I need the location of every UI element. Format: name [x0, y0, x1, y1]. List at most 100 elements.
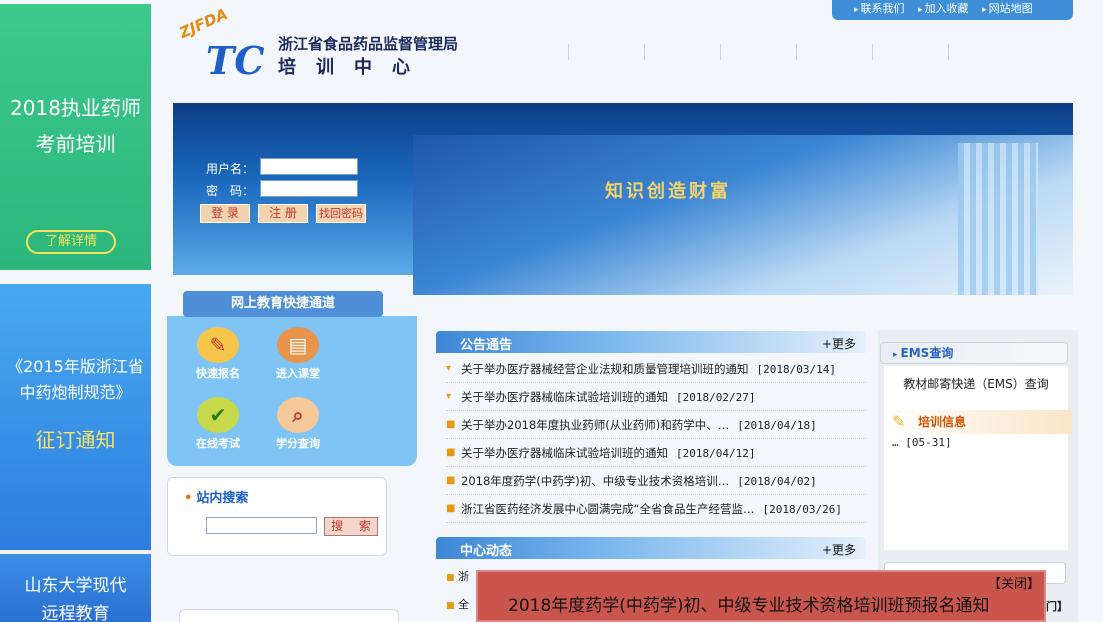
bullet-icon: ■: [446, 573, 455, 583]
login-button[interactable]: 登 录: [200, 204, 250, 223]
item-title[interactable]: 2018年度药学(中药学)初、中级专业技术资格培训…: [461, 474, 729, 488]
quick-credit-button[interactable]: ⌕ 学分查询: [268, 397, 328, 451]
announcements-list: ▾ 关于举办医疗器械经营企业法规和质量管理培训班的通知 [2018/03/14] ▾…: [446, 355, 866, 523]
ems-title: EMS查询: [900, 346, 954, 360]
item-title[interactable]: 全: [458, 598, 469, 611]
announcements-header: 公告通告 +更多: [436, 331, 866, 353]
popup-close-button[interactable]: 【关闭】: [988, 573, 1040, 592]
list-item[interactable]: ■ 关于举办2018年度执业药师(从业药师)和药学中、… [2018/04/18]: [446, 411, 866, 439]
training-info-list: … [05-31]: [884, 434, 1068, 550]
bullet-icon: ■: [446, 503, 456, 514]
ad-tcm-subtitle: 征订通知: [35, 428, 116, 452]
username-input[interactable]: [260, 158, 358, 175]
pencil-icon: ✎: [892, 412, 906, 431]
bullet-icon: ■: [446, 419, 456, 430]
quick-classroom-button[interactable]: ▤ 进入课堂: [268, 327, 328, 381]
ad-tcm-text: 《2015年版浙江省 中药炮制规范》: [7, 357, 144, 402]
quick-exam-button[interactable]: ✔ 在线考试: [188, 397, 248, 451]
quick-exam-label: 在线考试: [196, 437, 240, 450]
books-icon: ▤: [277, 327, 319, 363]
popup-message[interactable]: 2018年度药学(中药学)初、中级专业技术资格培训班预报名通知: [508, 591, 990, 616]
item-title[interactable]: 关于举办医疗器械临床试验培训班的通知: [461, 390, 668, 404]
item-date: [2018/03/14]: [756, 363, 836, 376]
quick-channel-title: 网上教育快捷通道: [183, 291, 383, 317]
ad-pharmacist-exam[interactable]: 2018执业药师 考前培训 了解详情: [0, 4, 151, 270]
item-title[interactable]: 关于举办医疗器械经营企业法规和质量管理培训班的通知: [461, 362, 749, 376]
register-button[interactable]: 注 册: [258, 204, 308, 223]
nav-divider: [568, 44, 569, 60]
ad-pharmacist-text: 2018执业药师 考前培训: [10, 96, 141, 156]
popup-close-partial[interactable]: 门】: [1046, 598, 1068, 614]
nav-divider: [720, 44, 721, 60]
list-item[interactable]: ■ 浙江省医药经济发展中心圆满完成“全省食品生产经营监… [2018/03/26]: [446, 495, 866, 523]
item-date: [2018/04/18]: [737, 419, 817, 432]
quick-signup-button[interactable]: ✎ 快速报名: [188, 327, 248, 381]
list-item[interactable]: ▾ 关于举办医疗器械临床试验培训班的通知 [2018/02/27]: [446, 383, 866, 411]
list-item[interactable]: ■ 2018年度药学(中药学)初、中级专业技术资格培训… [2018/04/02]: [446, 467, 866, 495]
item-title[interactable]: 浙江省医药经济发展中心圆满完成“全省食品生产经营监…: [461, 502, 754, 516]
banner-slogan: 知识创造财富: [605, 181, 731, 202]
site-search-panel: 站内搜索 搜 索: [167, 477, 387, 556]
username-label: 用户名：: [206, 162, 255, 176]
org-name: 浙江省食品药品监督管理局: [278, 35, 459, 53]
item-date: [2018/04/12]: [676, 447, 756, 460]
bullet-icon: ■: [446, 475, 456, 486]
item-date: [2018/02/27]: [676, 391, 756, 404]
exam-icon: ✔: [197, 397, 239, 433]
top-links-bar: 联系我们 加入收藏 网站地图: [832, 0, 1073, 20]
item-title[interactable]: 关于举办2018年度执业药师(从业药师)和药学中、…: [461, 418, 729, 432]
recover-password-button[interactable]: 找回密码: [316, 204, 366, 223]
signup-icon: ✎: [197, 327, 239, 363]
nav-divider: [948, 44, 949, 60]
quick-classroom-label: 进入课堂: [276, 367, 320, 380]
training-info-title: 培训信息: [918, 415, 967, 429]
magnifier-icon: ⌕: [277, 397, 319, 433]
nav-divider: [872, 44, 873, 60]
nav-divider: [796, 44, 797, 60]
notice-popup[interactable]: 【关闭】 2018年度药学(中药学)初、中级专业技术资格培训班预报名通知: [476, 570, 1046, 622]
news-item-partial[interactable]: ■ 全: [446, 596, 469, 612]
bullet-icon: ■: [446, 601, 455, 611]
logo-zjfda-text: ZJFDA: [176, 4, 231, 42]
announcements-more-link[interactable]: +更多: [822, 335, 856, 352]
training-info-header: ✎ 培训信息: [884, 410, 1072, 434]
item-title[interactable]: 关于举办医疗器械临床试验培训班的通知: [461, 446, 668, 460]
arrow-icon: ▸: [893, 350, 898, 360]
bullet-icon: ▾: [446, 363, 452, 374]
site-logo[interactable]: ZJFDA TC: [177, 5, 270, 83]
org-subtitle: 培训中心: [278, 57, 430, 78]
center-news-header: 中心动态 +更多: [436, 537, 866, 559]
news-item-partial[interactable]: ■ 浙: [446, 568, 469, 584]
password-input[interactable]: [260, 180, 358, 197]
training-item[interactable]: … [05-31]: [892, 436, 1060, 449]
announcements-title: 公告通告: [460, 338, 513, 353]
logo-tc-text: TC: [206, 38, 265, 83]
nav-divider: [644, 44, 645, 60]
ems-query-link[interactable]: 教材邮寄快递（EMS）查询: [884, 366, 1068, 410]
site-search-input[interactable]: [206, 517, 317, 534]
ad-tcm-standard[interactable]: 《2015年版浙江省 中药炮制规范》 征订通知: [0, 284, 151, 550]
quick-signup-label: 快速报名: [196, 367, 240, 380]
ad-shandong-university[interactable]: 山东大学现代 远程教育: [0, 554, 151, 622]
item-title[interactable]: 浙: [458, 570, 469, 583]
quick-credit-label: 学分查询: [276, 437, 320, 450]
site-search-title: 站内搜索: [184, 487, 248, 506]
password-label: 密 码：: [206, 184, 255, 198]
favorite-link[interactable]: 加入收藏: [918, 2, 969, 15]
bullet-icon: ■: [446, 447, 456, 458]
banner-building-image: [958, 143, 1038, 295]
item-date: [2018/03/26]: [762, 503, 842, 516]
site-search-button[interactable]: 搜 索: [324, 517, 378, 536]
sitemap-link[interactable]: 网站地图: [982, 2, 1033, 15]
center-news-more-link[interactable]: +更多: [822, 541, 856, 558]
ad-details-button[interactable]: 了解详情: [26, 230, 116, 254]
list-item[interactable]: ■ 关于举办医疗器械临床试验培训班的通知 [2018/04/12]: [446, 439, 866, 467]
ems-header: ▸ EMS查询: [880, 342, 1068, 364]
lower-left-panel: [179, 609, 399, 622]
contact-link[interactable]: 联系我们: [854, 2, 905, 15]
login-form: 用户名： 密 码： 登 录 注 册 找回密码: [200, 158, 370, 223]
bullet-icon: ▾: [446, 391, 452, 402]
item-date: [2018/04/02]: [737, 475, 817, 488]
list-item[interactable]: ▾ 关于举办医疗器械经营企业法规和质量管理培训班的通知 [2018/03/14]: [446, 355, 866, 383]
ad-shandong-text: 山东大学现代 远程教育: [24, 576, 127, 622]
